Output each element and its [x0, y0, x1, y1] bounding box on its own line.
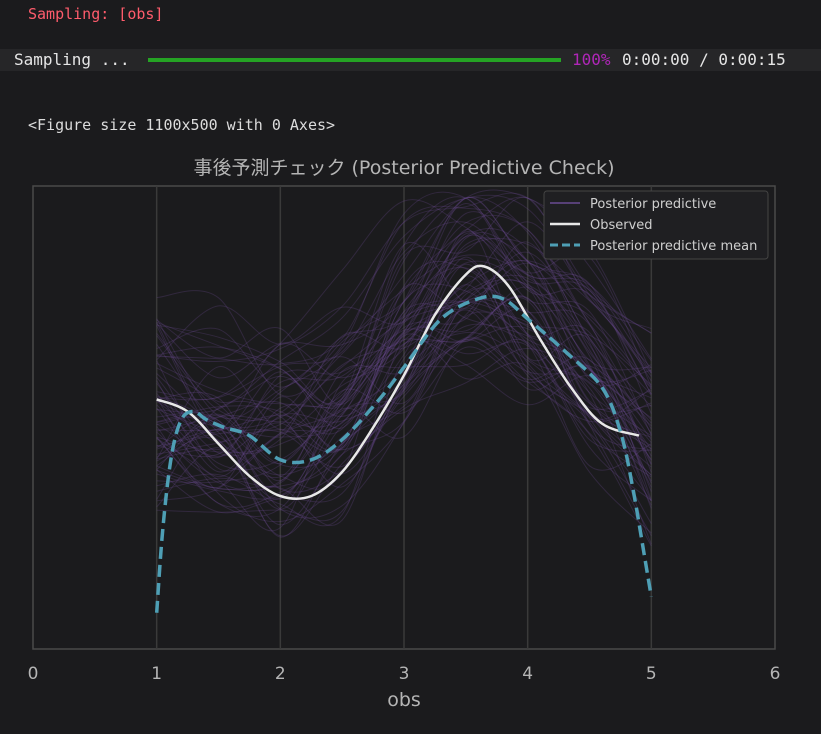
- legend-label-posterior-predictive: Posterior predictive: [590, 197, 716, 212]
- legend-label-posterior-mean: Posterior predictive mean: [590, 239, 757, 254]
- legend: Posterior predictive Observed Posterior …: [543, 190, 769, 260]
- x-tick-label: 2: [275, 664, 286, 684]
- observed-line: [156, 264, 640, 501]
- x-tick-label: 3: [399, 664, 410, 684]
- progress-percent: 100%: [572, 50, 611, 69]
- x-tick-label: 4: [522, 664, 533, 684]
- progress-track: [148, 58, 561, 62]
- x-tick-label: 1: [151, 664, 162, 684]
- legend-label-observed: Observed: [590, 218, 653, 233]
- progress-row: Sampling ... 100% 0:00:00 / 0:00:15: [0, 49, 821, 71]
- ppc-chart: 事後予測チェック (Posterior Predictive Check) 0 1…: [28, 157, 781, 711]
- x-tick-labels: 0 1 2 3 4 5 6: [28, 664, 781, 684]
- progress-fill: [148, 58, 561, 62]
- x-tick-label: 6: [770, 664, 781, 684]
- progress-time: 0:00:00 / 0:00:15: [622, 50, 786, 69]
- chart-title: 事後予測チェック (Posterior Predictive Check): [193, 157, 614, 179]
- figure-repr: <Figure size 1100x500 with 0 Axes>: [28, 116, 336, 134]
- stderr-output: Sampling: [obs]: [28, 5, 164, 23]
- x-tick-label: 5: [646, 664, 657, 684]
- x-tick-label: 0: [28, 664, 39, 684]
- x-axis-label: obs: [387, 689, 421, 711]
- progress-label: Sampling ...: [14, 50, 130, 69]
